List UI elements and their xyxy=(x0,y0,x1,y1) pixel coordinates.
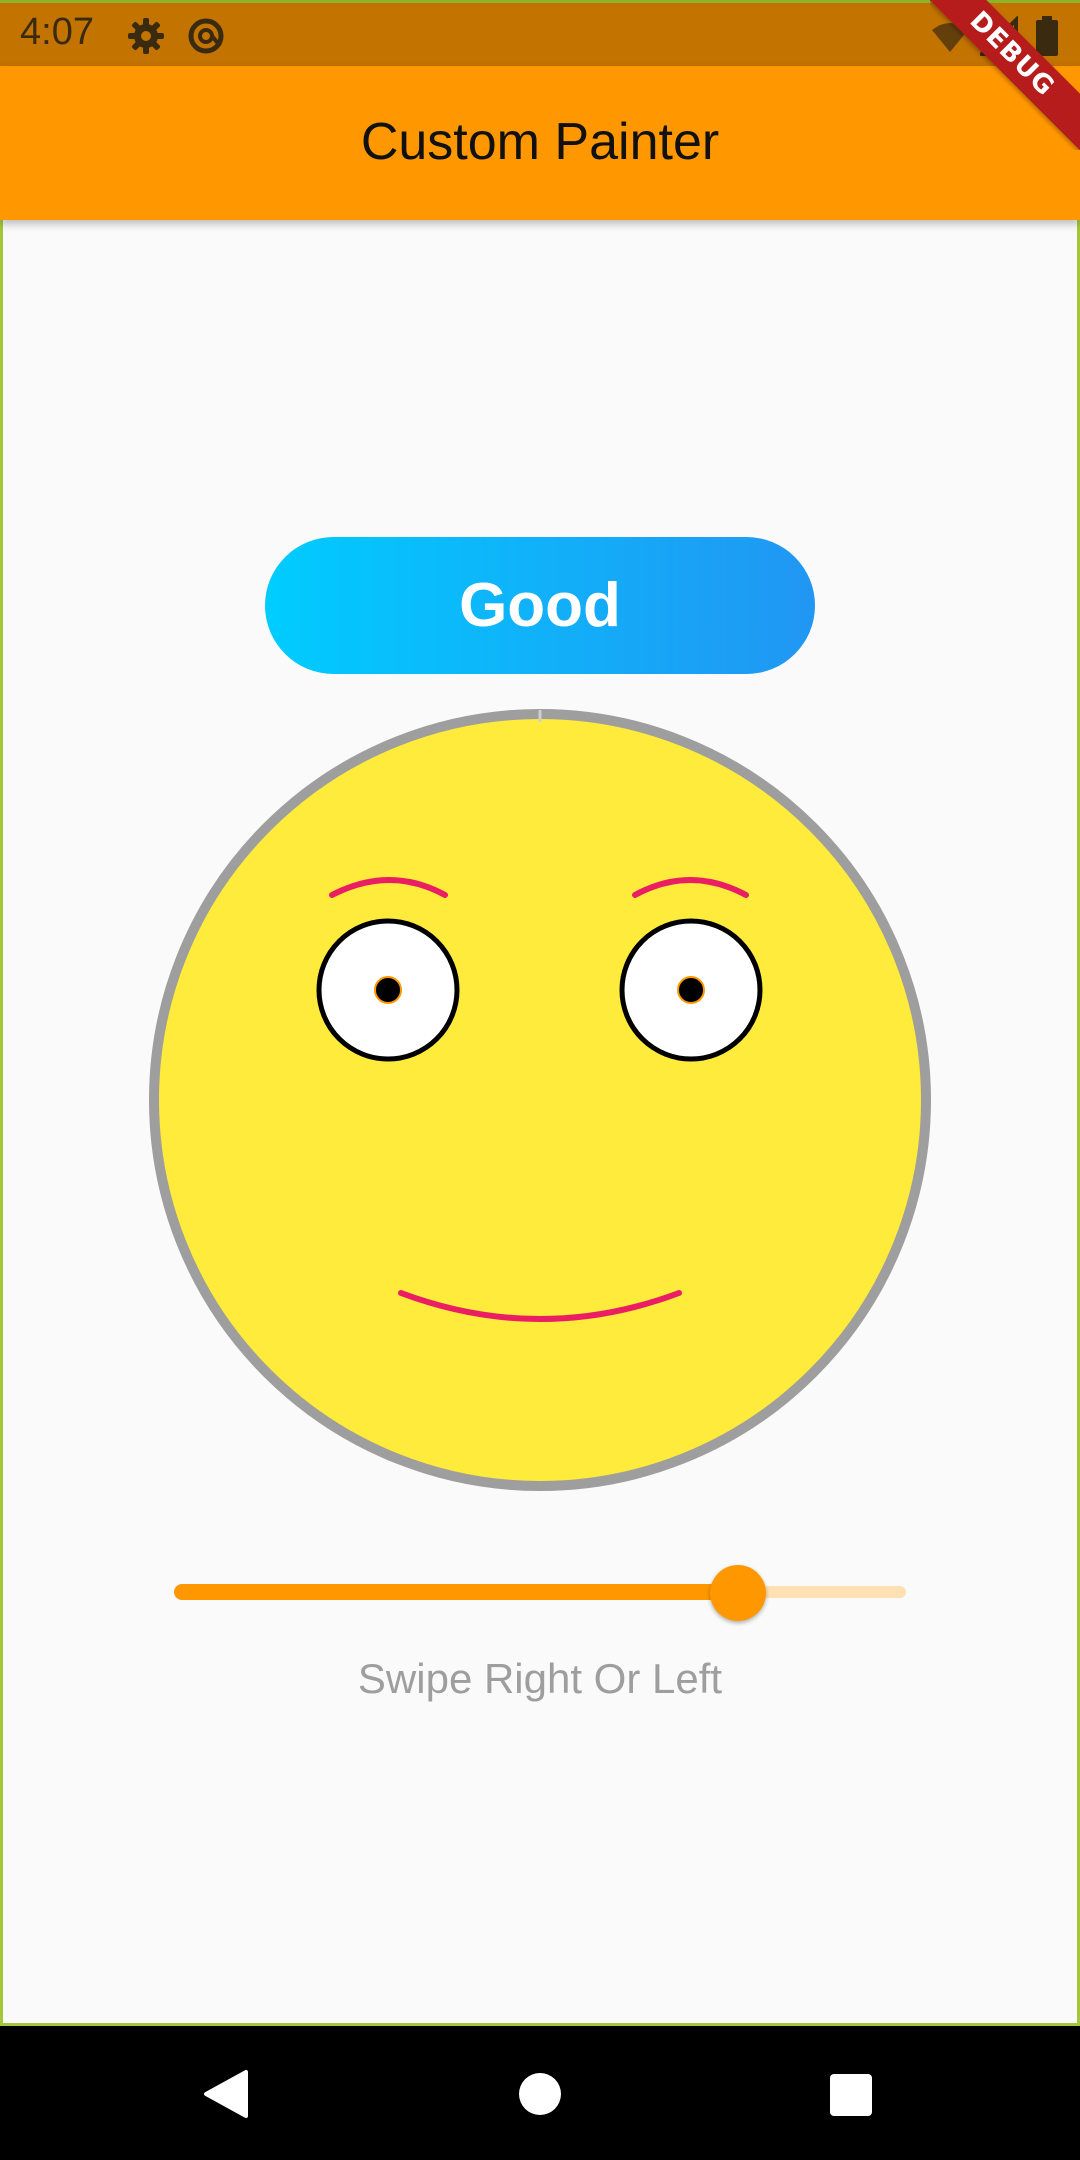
debug-banner: DEBUG xyxy=(930,0,1080,150)
navigation-bar xyxy=(0,2026,1080,2160)
swipe-hint: Swipe Right Or Left xyxy=(357,1655,723,1702)
recents-icon[interactable] xyxy=(791,2026,911,2160)
debug-label: DEBUG xyxy=(930,0,1080,150)
mood-slider[interactable] xyxy=(170,1555,910,1629)
home-icon[interactable] xyxy=(480,2026,600,2160)
app-title: Custom Painter xyxy=(360,113,720,171)
back-icon[interactable] xyxy=(166,2026,286,2160)
left-pupil xyxy=(374,976,402,1004)
right-pupil xyxy=(677,976,705,1004)
slider-thumb[interactable] xyxy=(709,1565,766,1621)
app-screen: 4:07 DEBUG Custom Painter Good Swipe Rig… xyxy=(0,0,1080,2160)
app-bar: Custom Painter xyxy=(0,66,1080,220)
slider-track-active xyxy=(174,1584,738,1600)
smiley-face xyxy=(149,709,931,1491)
face-circle xyxy=(149,709,931,1491)
